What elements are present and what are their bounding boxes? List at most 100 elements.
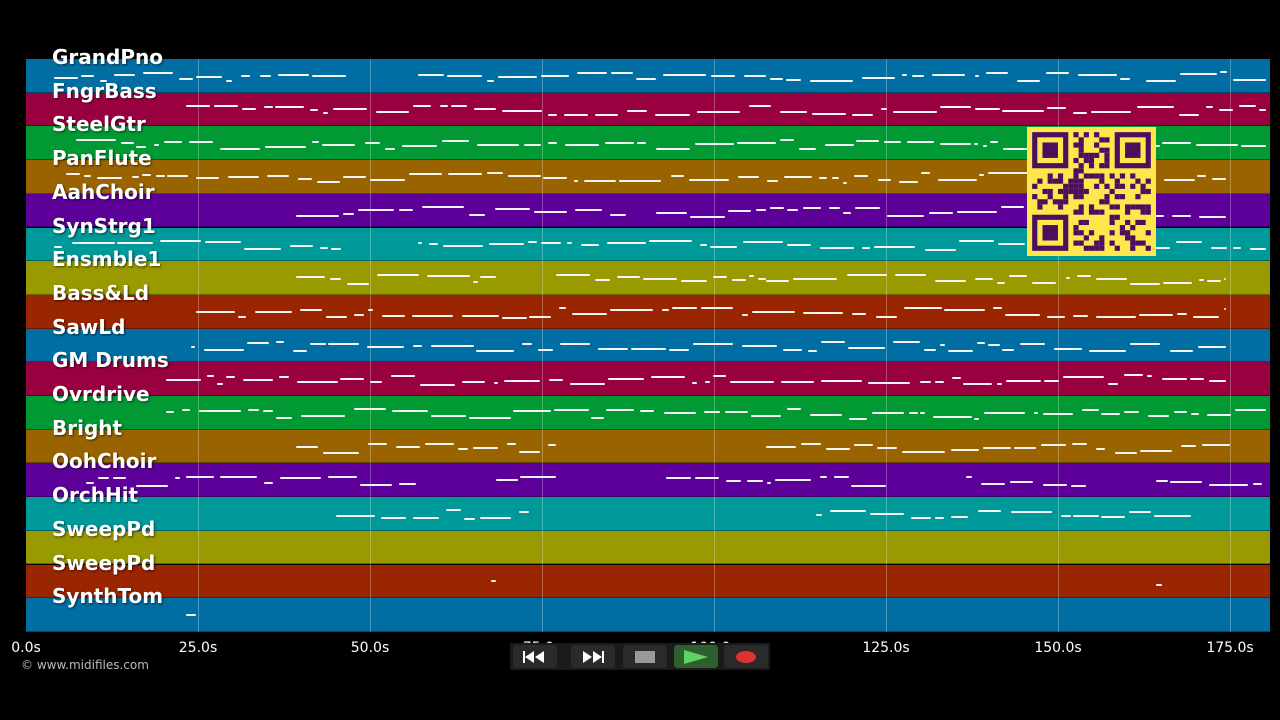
note: [1073, 314, 1088, 317]
track-lane[interactable]: [26, 92, 1270, 127]
note: [854, 174, 869, 177]
record-button[interactable]: [724, 645, 768, 668]
note: [830, 509, 866, 512]
time-tick-label: 150.0s: [1034, 640, 1082, 656]
note: [98, 476, 109, 479]
note: [1129, 511, 1152, 514]
note: [320, 246, 328, 249]
note: [565, 143, 600, 146]
note: [775, 478, 811, 481]
note: [299, 309, 323, 312]
note: [198, 409, 242, 412]
note: [353, 408, 386, 411]
note: [228, 175, 259, 178]
track-lane[interactable]: [26, 396, 1270, 430]
note: [978, 509, 1002, 512]
note: [935, 516, 945, 519]
fast-forward-button[interactable]: [571, 645, 615, 668]
note: [1162, 281, 1192, 284]
note: [818, 176, 827, 179]
track-lane[interactable]: [26, 429, 1270, 464]
track-name: OrchHit: [52, 483, 139, 508]
note: [66, 173, 80, 176]
track-lane[interactable]: [26, 463, 1270, 498]
note: [195, 75, 223, 78]
note: [141, 173, 152, 176]
note: [279, 376, 289, 379]
note: [983, 446, 1012, 449]
note: [996, 382, 1002, 385]
note: [296, 214, 339, 217]
note: [547, 142, 557, 145]
play-button[interactable]: [674, 645, 718, 668]
note: [443, 245, 484, 248]
note: [277, 73, 309, 76]
track-name: SweepPd: [52, 550, 156, 575]
note: [786, 243, 812, 246]
note: [1171, 214, 1192, 217]
note: [988, 172, 1033, 175]
note: [892, 341, 921, 344]
note: [377, 273, 419, 276]
note: [642, 278, 678, 281]
track-lane[interactable]: [26, 598, 1270, 632]
note: [548, 378, 563, 381]
note: [851, 485, 886, 488]
note: [1232, 247, 1241, 250]
note: [489, 243, 525, 245]
note: [861, 246, 870, 249]
note: [738, 175, 759, 178]
note: [1178, 113, 1200, 116]
note: [786, 408, 802, 411]
note: [940, 143, 971, 146]
note: [800, 442, 822, 445]
stop-button[interactable]: [623, 645, 667, 668]
note: [121, 142, 135, 145]
note: [331, 247, 341, 250]
note: [491, 579, 496, 582]
track-lane[interactable]: [26, 497, 1270, 531]
track-lane[interactable]: [26, 362, 1270, 396]
note: [988, 343, 1000, 346]
note: [1224, 307, 1226, 310]
note: [1009, 481, 1034, 484]
note: [1002, 349, 1014, 352]
note: [742, 313, 749, 316]
track-name: SweepPd: [52, 516, 156, 541]
note: [959, 239, 994, 242]
note: [1063, 376, 1104, 379]
note: [998, 242, 1026, 245]
rewind-button[interactable]: [513, 645, 557, 668]
note: [311, 140, 320, 143]
note: [1091, 110, 1132, 113]
note: [196, 177, 219, 180]
note: [807, 349, 818, 352]
note: [607, 377, 644, 380]
time-tick-label: 125.0s: [862, 640, 910, 656]
note: [1006, 380, 1042, 383]
note: [242, 107, 256, 110]
note: [924, 248, 956, 251]
grid-line: [886, 59, 887, 632]
note: [380, 516, 407, 519]
note: [1114, 451, 1137, 454]
note: [297, 380, 339, 383]
note: [1054, 348, 1082, 351]
note: [700, 243, 707, 246]
track-lane[interactable]: [26, 530, 1270, 565]
note: [842, 211, 851, 214]
note: [1107, 382, 1119, 385]
note: [326, 315, 348, 318]
note: [919, 412, 925, 415]
track-lane[interactable]: [26, 328, 1270, 363]
note: [246, 342, 270, 345]
note: [1170, 350, 1194, 353]
track-name: SynthTom: [52, 584, 164, 609]
note: [418, 74, 444, 77]
note: [873, 245, 916, 248]
note: [1199, 215, 1226, 218]
track-lane[interactable]: [26, 564, 1270, 599]
note: [1146, 79, 1177, 82]
note: [847, 346, 885, 349]
note: [217, 383, 224, 386]
